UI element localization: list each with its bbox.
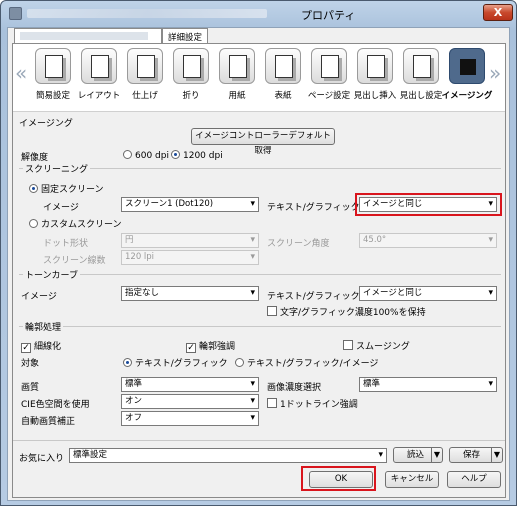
- lines-select[interactable]: 120 lpi: [121, 250, 259, 265]
- dot-shape-select[interactable]: 円: [121, 233, 259, 248]
- angle-label: スクリーン角度: [267, 239, 330, 249]
- favorites-label: お気に入り: [19, 454, 65, 464]
- category-tab-insert[interactable]: 見出し挿入: [354, 48, 396, 101]
- cie-label: CIE色空間を使用: [21, 400, 90, 410]
- close-button[interactable]: X: [483, 4, 513, 21]
- target-tgi-radio[interactable]: テキスト/グラフィック/イメージ: [235, 356, 378, 369]
- auto-correct-select[interactable]: オフ: [121, 411, 259, 426]
- cancel-button[interactable]: キャンセル: [385, 471, 439, 488]
- tone-image-select[interactable]: 指定なし: [121, 286, 259, 301]
- tab-blurred[interactable]: [14, 28, 162, 44]
- lines-label: スクリーン線数: [43, 256, 106, 266]
- blurred-title: [27, 9, 267, 18]
- density-select[interactable]: 標準: [359, 377, 497, 392]
- help-button[interactable]: ヘルプ: [447, 471, 501, 488]
- screen-image-select[interactable]: スクリーン1 (Dot120): [121, 197, 259, 212]
- dot-line-checkbox[interactable]: 1ドットライン強調: [267, 397, 358, 410]
- quality-select[interactable]: 標準: [121, 377, 259, 392]
- smoothing-checkbox[interactable]: スムージング: [343, 339, 410, 352]
- scroll-left-icon[interactable]: «: [15, 61, 27, 85]
- keep-density-checkbox[interactable]: 文字/グラフィック濃度100%を保持: [267, 305, 426, 318]
- category-imaging[interactable]: イメージング: [442, 48, 492, 101]
- screen-image-label: イメージ: [43, 203, 79, 213]
- checkbox-checked-icon: ✓: [186, 343, 196, 353]
- imaging-heading: イメージング: [19, 119, 73, 129]
- tab-insert-icon: [357, 48, 393, 84]
- dpi600-radio[interactable]: 600 dpi: [123, 150, 169, 161]
- finish-icon: [127, 48, 163, 84]
- dialog-client: 詳細設定 « 簡易設定 レイアウト 仕上げ 折り 用紙 表紙 ページ設定 見出し…: [7, 27, 510, 501]
- properties-window: プロパティ X 詳細設定 « 簡易設定 レイアウト 仕上げ 折り 用紙 表紙 ペ…: [0, 0, 517, 506]
- enhance-checkbox[interactable]: ✓ 輪郭強調: [186, 339, 235, 353]
- imaging-icon: [449, 48, 485, 84]
- radio-selected-icon: [171, 150, 180, 159]
- category-page-setup[interactable]: ページ設定: [308, 48, 350, 101]
- tone-tg-select[interactable]: イメージと同じ: [359, 286, 497, 301]
- favorites-select[interactable]: 標準設定: [69, 448, 387, 463]
- density-label: 画像濃度選択: [267, 383, 322, 393]
- checkbox-icon: [267, 398, 277, 408]
- favorites-divider: [13, 440, 505, 441]
- category-paper[interactable]: 用紙: [217, 48, 257, 101]
- get-default-button[interactable]: イメージコントローラーデフォルト取得: [191, 128, 335, 156]
- category-tab-settings[interactable]: 見出し設定: [400, 48, 442, 101]
- tone-image-label: イメージ: [21, 292, 57, 302]
- outline-group: 輪郭処理: [19, 320, 501, 333]
- radio-icon: [29, 219, 38, 228]
- category-basic[interactable]: 簡易設定: [33, 48, 73, 101]
- printer-app-icon: [9, 7, 22, 20]
- checkbox-icon: [343, 340, 353, 350]
- tab-detail-settings[interactable]: 詳細設定: [162, 28, 208, 44]
- category-layout[interactable]: レイアウト: [78, 48, 120, 101]
- title-bar[interactable]: プロパティ X: [1, 1, 516, 27]
- paper-icon: [219, 48, 255, 84]
- load-button[interactable]: 読込: [393, 447, 443, 463]
- basic-settings-icon: [35, 48, 71, 84]
- page-setup-icon: [311, 48, 347, 84]
- tone-tg-label: テキスト/グラフィック: [267, 292, 360, 302]
- custom-screen-radio[interactable]: カスタムスクリーン: [29, 217, 122, 230]
- screening-group: スクリーニング: [19, 162, 501, 175]
- target-label: 対象: [21, 359, 40, 369]
- category-icon-bar: « 簡易設定 レイアウト 仕上げ 折り 用紙 表紙 ページ設定 見出し挿入 見出…: [13, 44, 505, 112]
- category-finish[interactable]: 仕上げ: [125, 48, 165, 101]
- auto-correct-label: 自動画質補正: [21, 417, 76, 427]
- radio-icon: [235, 358, 244, 367]
- fold-icon: [173, 48, 209, 84]
- radio-icon: [123, 150, 132, 159]
- cie-select[interactable]: オン: [121, 394, 259, 409]
- highlight-box: [355, 193, 502, 216]
- window-title: プロパティ: [301, 9, 356, 22]
- quality-label: 画質: [21, 383, 40, 393]
- category-fold[interactable]: 折り: [171, 48, 211, 101]
- angle-select[interactable]: 45.0°: [359, 233, 497, 248]
- radio-selected-icon: [123, 358, 132, 367]
- dot-shape-label: ドット形状: [43, 239, 89, 249]
- thin-line-checkbox[interactable]: ✓ 細線化: [21, 339, 61, 353]
- tone-curve-group: トーンカーブ: [19, 268, 501, 281]
- category-cover[interactable]: 表紙: [263, 48, 303, 101]
- radio-selected-icon: [29, 184, 38, 193]
- dpi1200-radio[interactable]: 1200 dpi: [171, 150, 223, 161]
- scroll-right-icon[interactable]: »: [489, 61, 501, 85]
- tab-panel: « 簡易設定 レイアウト 仕上げ 折り 用紙 表紙 ページ設定 見出し挿入 見出…: [12, 43, 506, 498]
- tab-settings-icon: [403, 48, 439, 84]
- checkbox-checked-icon: ✓: [21, 343, 31, 353]
- layout-icon: [81, 48, 117, 84]
- fixed-screen-radio[interactable]: 固定スクリーン: [29, 182, 104, 195]
- target-tg-radio[interactable]: テキスト/グラフィック: [123, 356, 228, 369]
- cover-icon: [265, 48, 301, 84]
- checkbox-icon: [267, 306, 277, 316]
- screen-tg-label: テキスト/グラフィック: [267, 203, 360, 213]
- highlight-box: [301, 466, 376, 491]
- save-button[interactable]: 保存: [449, 447, 503, 463]
